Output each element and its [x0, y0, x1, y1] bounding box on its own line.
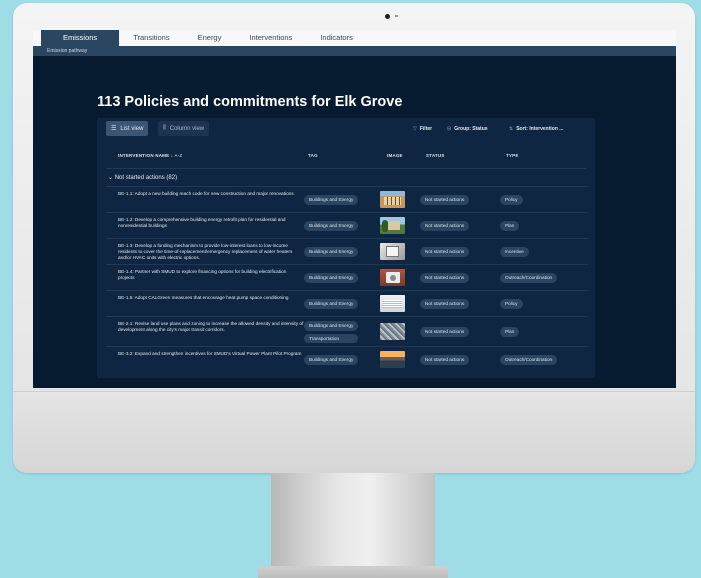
monitor-stand-base [258, 566, 448, 578]
tab-interventions[interactable]: Interventions [235, 33, 306, 46]
status-badge: Not started actions [420, 221, 470, 231]
table-row[interactable]: BE-1.3: Develop a funding mechanism to p… [106, 238, 588, 264]
header-divider [106, 168, 586, 169]
group-toggle-not-started[interactable]: ⌄ Not started actions (82) [108, 174, 177, 181]
tag-pill: Buildings and Energy [304, 299, 359, 309]
tag-pill: Transportation [304, 333, 359, 343]
type-badge: Policy [500, 195, 523, 205]
heat-pump-photo-icon [380, 295, 405, 312]
intervention-name: BE-1.3: Develop a funding mechanism to p… [118, 243, 293, 261]
tab-indicators[interactable]: Indicators [306, 33, 367, 46]
tag-pill: Buildings and Energy [304, 273, 359, 283]
sort-button[interactable]: ⇅ Sort: Intervention ... [509, 118, 563, 140]
group-icon: ⊟ [447, 126, 452, 132]
tag-list: Buildings and Energy [304, 265, 359, 291]
page-title: 113 Policies and commitments for Elk Gro… [97, 94, 403, 110]
intervention-name: BE-1.4: Partner with SMUD to explore fin… [118, 269, 287, 281]
list-view-button[interactable]: ☰ List view [106, 121, 149, 136]
status-badge: Not started actions [420, 195, 470, 205]
column-header-type[interactable]: TYPE [506, 153, 519, 158]
column-sort-label: A-Z [174, 153, 183, 158]
top-tab-bar: Emissions Transitions Energy Interventio… [33, 30, 676, 46]
status-badge: Not started actions [420, 327, 470, 337]
group-button[interactable]: ⊟ Group: Status [447, 118, 488, 140]
columns-icon: ⫼ [163, 125, 166, 131]
type-badge: Outreach/Coordination [500, 355, 558, 365]
column-header-tag[interactable]: TAG [308, 153, 318, 158]
filter-icon: ▽ [413, 126, 417, 132]
building-photo-icon [380, 191, 405, 208]
tag-list: Buildings and Energy [304, 347, 359, 373]
tag-pill: Buildings and Energy [304, 247, 359, 257]
column-header-image[interactable]: IMAGE [387, 153, 403, 158]
tag-list: Buildings and Energy [304, 291, 359, 317]
type-badge: Outreach/Coordination [500, 273, 558, 283]
table-row[interactable]: BE-1.4: Partner with SMUD to explore fin… [106, 264, 588, 290]
water-heater-photo-icon [380, 243, 405, 260]
city-aerial-photo-icon [380, 323, 405, 340]
table-row[interactable]: BE-3.2: Expand and strengthen incentives… [106, 346, 588, 372]
column-header-name[interactable]: INTERVENTION NAME ↓ A-Z [118, 153, 182, 158]
table-row[interactable]: BE-1.1: Adopt a new building reach code … [106, 186, 588, 212]
tab-energy[interactable]: Energy [184, 33, 236, 46]
type-badge: Plan [500, 327, 520, 337]
type-badge: Policy [500, 299, 523, 309]
type-badge: Plan [500, 221, 520, 231]
tag-pill: Buildings and Energy [304, 195, 359, 205]
list-icon: ☰ [111, 126, 117, 132]
column-name-label: INTERVENTION NAME [118, 153, 170, 158]
intervention-name: BE-1.5: Adopt CALGreen measures that enc… [118, 295, 289, 300]
monitor-chin [13, 391, 695, 473]
tag-pill: Buildings and Energy [304, 355, 359, 365]
table-row[interactable]: BE-1.5: Adopt CALGreen measures that enc… [106, 290, 588, 316]
policies-panel: ☰ List view ⫼ Column view ▽ Filter ⊟ Gro… [97, 118, 595, 378]
status-badge: Not started actions [420, 299, 470, 309]
intervention-name: BE-1.1: Adopt a new building reach code … [118, 191, 295, 196]
intervention-name: BE-1.2: Develop a comprehensive building… [118, 217, 286, 229]
table-row[interactable]: BE-2.1: Revise land use plans and zoning… [106, 316, 588, 346]
camera-icon [385, 14, 390, 19]
chevron-down-icon: ⌄ [108, 175, 114, 181]
tag-list: Buildings and Energy Transportation [304, 317, 359, 347]
tag-pill: Buildings and Energy [304, 321, 359, 331]
sort-icon: ⇅ [509, 126, 514, 132]
table-row[interactable]: BE-1.2: Develop a comprehensive building… [106, 212, 588, 238]
status-badge: Not started actions [420, 355, 470, 365]
monitor-stand [271, 473, 435, 573]
intervention-name: BE-2.1: Revise land use plans and zoning… [118, 321, 304, 333]
table-header: INTERVENTION NAME ↓ A-Z TAG IMAGE STATUS… [97, 152, 595, 162]
subtab-emission-pathway[interactable]: Emission pathway [33, 46, 676, 56]
view-toolbar: ☰ List view ⫼ Column view ▽ Filter ⊟ Gro… [97, 118, 595, 140]
house-photo-icon [380, 217, 405, 234]
column-view-button[interactable]: ⫼ Column view [158, 121, 210, 136]
tag-pill: Buildings and Energy [304, 221, 359, 231]
tab-emissions[interactable]: Emissions [41, 30, 120, 46]
filter-label: Filter [419, 126, 433, 132]
sort-label: Sort: Intervention ... [516, 126, 564, 132]
column-view-label: Column view [169, 125, 205, 132]
camera-sensor [395, 15, 398, 17]
tag-list: Buildings and Energy [304, 239, 359, 265]
group-label: Group: Status [454, 126, 488, 132]
filter-button[interactable]: ▽ Filter [413, 118, 432, 140]
column-header-status[interactable]: STATUS [426, 153, 445, 158]
sunset-photo-icon [380, 351, 405, 368]
status-badge: Not started actions [420, 247, 470, 257]
status-badge: Not started actions [420, 273, 470, 283]
intervention-name: BE-3.2: Expand and strengthen incentives… [118, 351, 302, 356]
group-title: Not started actions (82) [114, 175, 178, 181]
app-screen: Emissions Transitions Energy Interventio… [33, 30, 676, 388]
type-badge: Incentive [500, 247, 529, 257]
tab-transitions[interactable]: Transitions [119, 33, 183, 46]
list-view-label: List view [120, 125, 144, 132]
tag-list: Buildings and Energy [304, 187, 359, 213]
tag-list: Buildings and Energy [304, 213, 359, 239]
hvac-photo-icon [380, 269, 405, 286]
